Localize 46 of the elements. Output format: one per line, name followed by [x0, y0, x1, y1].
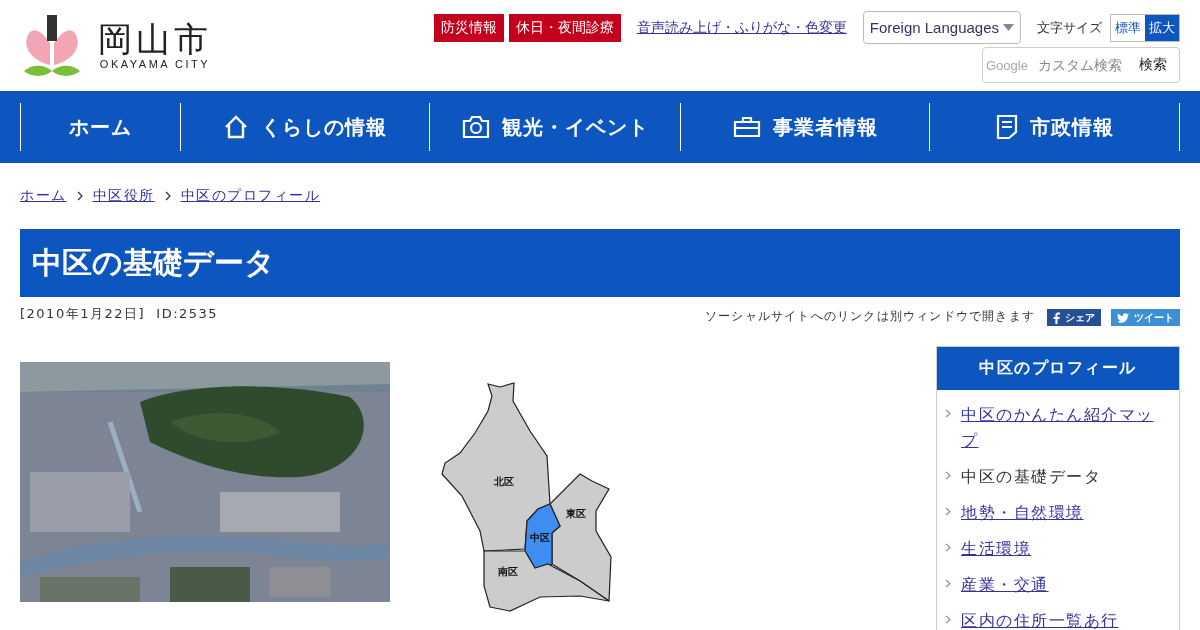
nav-item[interactable]: くらしの情報: [179, 103, 430, 151]
briefcase-icon: [732, 116, 761, 138]
sidebar-link[interactable]: 区内の住所一覧あ行: [961, 608, 1119, 630]
social-note: ソーシャルサイトへのリンクは別ウィンドウで開きます: [705, 309, 1035, 324]
district-map-drawing: 北区 東区 中区 南区: [420, 371, 620, 616]
document-icon: [995, 114, 1018, 140]
breadcrumb-link[interactable]: ホーム: [20, 187, 67, 205]
font-size-label: 文字サイズ: [1037, 18, 1102, 37]
breadcrumb-link[interactable]: 中区役所: [92, 187, 155, 205]
chevron-icon: [945, 579, 951, 588]
sidebar-link[interactable]: 中区のかんたん紹介マップ: [961, 402, 1169, 454]
chevron-icon: [945, 507, 951, 516]
accessibility-link[interactable]: 音声読み上げ・ふりがな・色変更: [636, 18, 847, 37]
sidebar-title: 中区のプロフィール: [937, 347, 1179, 390]
share-button[interactable]: シェア: [1047, 309, 1101, 326]
sidebar-link[interactable]: 中区の基礎データ: [961, 464, 1101, 490]
logo-subtitle: OKAYAMA CITY: [99, 58, 211, 71]
house-icon: [223, 114, 249, 140]
nav-item[interactable]: ホーム: [20, 103, 180, 151]
facebook-icon: [1053, 311, 1060, 324]
nav-item[interactable]: 事業者情報: [679, 103, 930, 151]
language-select[interactable]: Foreign Languages: [862, 11, 1021, 44]
bird-icon: [1117, 312, 1129, 323]
caret-icon: [1003, 24, 1014, 31]
alert-link[interactable]: 休日・夜間診療: [508, 13, 621, 42]
chevron-icon: [945, 615, 951, 624]
chevron-icon: [945, 409, 951, 418]
date-and-id: [2010年1月22日] ID:2535: [20, 305, 219, 323]
nav-item[interactable]: 市政情報: [929, 103, 1180, 151]
sidebar-link[interactable]: 産業・交通: [961, 572, 1049, 598]
sidebar-link[interactable]: 生活環境: [961, 536, 1031, 562]
page-title: 中区の基礎データ: [20, 229, 1180, 297]
breadcrumb-link[interactable]: 中区のプロフィール: [180, 187, 320, 205]
font-size-option[interactable]: 拡大: [1145, 14, 1179, 41]
chevron-icon: [164, 191, 171, 201]
chevron-icon: [945, 543, 951, 552]
peach-logo-icon: [22, 12, 82, 79]
sidebar-link[interactable]: 地勢・自然環境: [961, 500, 1084, 526]
logo-title: 岡山市: [98, 20, 212, 59]
chevron-icon: [945, 471, 951, 480]
nav-item[interactable]: 観光・イベント: [429, 103, 680, 151]
alert-link[interactable]: 防災情報: [433, 13, 504, 42]
camera-icon: [461, 115, 490, 139]
chevron-icon: [76, 191, 83, 201]
search-brand: Google: [985, 57, 1028, 73]
search-field[interactable]: Google カスタム検索 検索: [982, 47, 1180, 83]
